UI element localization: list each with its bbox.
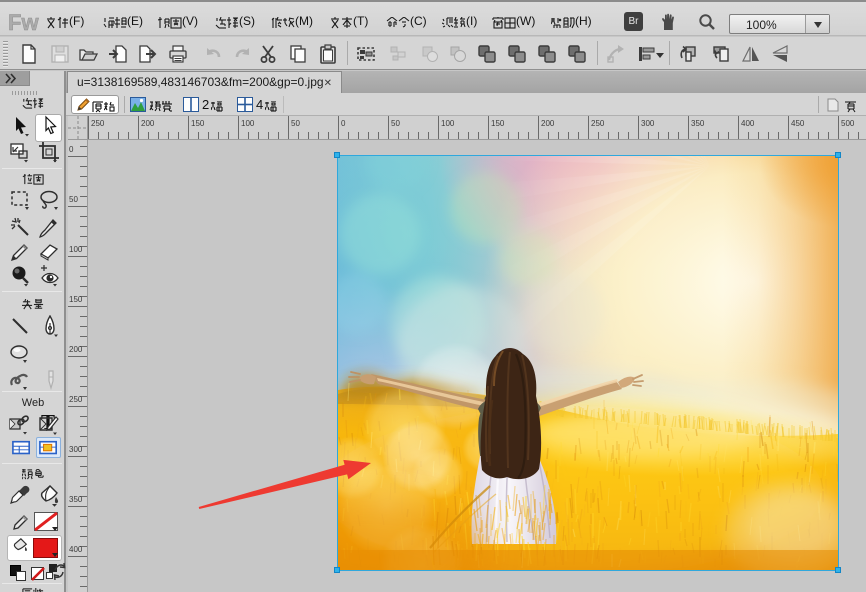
svg-text:Fw: Fw bbox=[8, 10, 39, 35]
